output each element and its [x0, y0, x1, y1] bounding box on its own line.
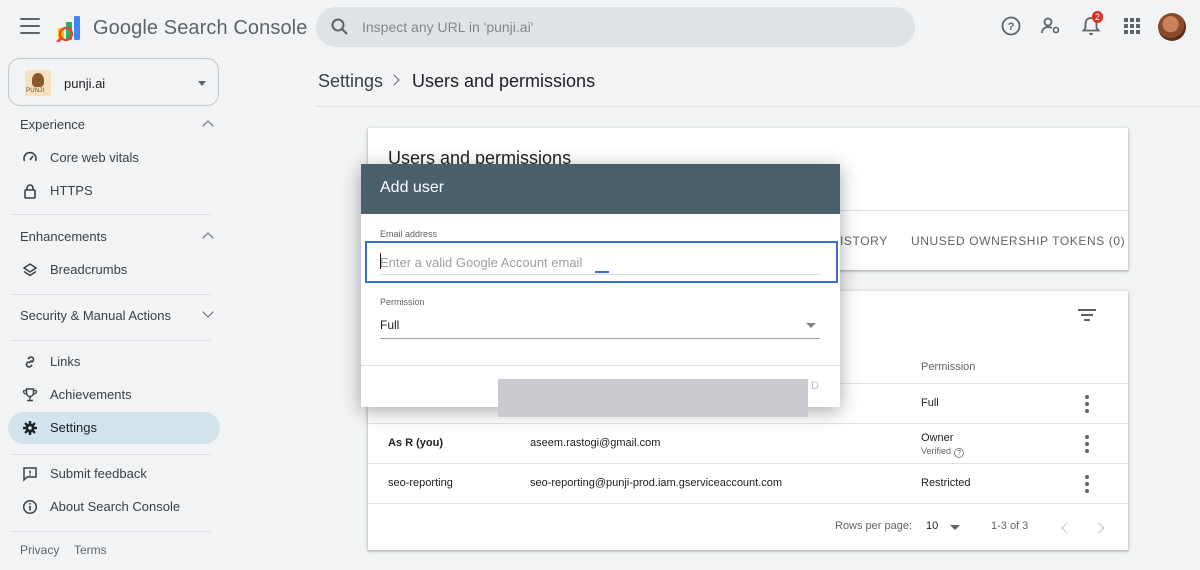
add-button[interactable]: D — [811, 380, 819, 392]
divider — [361, 365, 840, 366]
add-user-dialog: Add user Email address Permission Full D — [361, 164, 840, 407]
redaction-overlay — [498, 379, 808, 417]
input-cursor-mark — [595, 271, 609, 273]
dialog-header: Add user — [361, 164, 840, 214]
email-field[interactable] — [365, 241, 838, 283]
email-input[interactable] — [380, 251, 820, 273]
input-underline — [380, 274, 820, 275]
permission-field-label: Permission — [380, 297, 425, 307]
dropdown-arrow-icon — [806, 323, 816, 328]
permission-value: Full — [380, 318, 400, 332]
permission-select[interactable]: Full — [380, 314, 820, 339]
email-field-label: Email address — [380, 229, 438, 239]
text-cursor — [380, 253, 381, 269]
dialog-title: Add user — [380, 179, 445, 196]
